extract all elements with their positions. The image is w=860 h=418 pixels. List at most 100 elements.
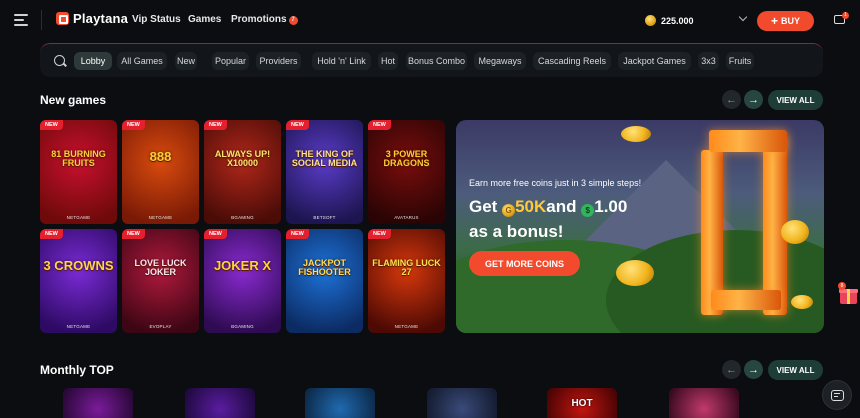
game-title: ALWAYS UP! X10000: [214, 149, 271, 168]
buy-button[interactable]: + BUY: [757, 11, 814, 31]
promotions-count-badge: 7: [288, 16, 298, 25]
new-games-prev-button[interactable]: ←: [722, 90, 741, 109]
gold-coin-icon: [645, 15, 656, 26]
game-provider: NETGAME: [66, 215, 91, 220]
category-chip[interactable]: Bonus Combo: [406, 52, 467, 70]
banner-headline: Get G 50Kand $1.00 as a bonus!: [469, 194, 627, 244]
category-chip[interactable]: Hold 'n' Link: [312, 52, 371, 70]
game-provider: BGAMING: [231, 215, 254, 220]
game-title: JACKPOT FISHOOTER: [298, 258, 351, 277]
new-badge: NEW: [40, 120, 63, 130]
game-title: 3 CROWNS: [43, 258, 114, 273]
game-tile[interactable]: NEW 81 BURNING FRUITS NETGAME: [40, 120, 117, 224]
nav-vip-status[interactable]: Vip Status: [132, 14, 181, 25]
monthly-top-tile[interactable]: [305, 388, 375, 418]
category-chip[interactable]: 3x3: [698, 52, 719, 70]
top-bar: Playtana Vip Status Games Promotions 7 22…: [0, 0, 860, 40]
brand-name: Playtana: [73, 11, 129, 26]
monthly-top-tile[interactable]: [185, 388, 255, 418]
nav-promotions[interactable]: Promotions 7: [231, 14, 298, 25]
monthly-top-tile[interactable]: HOT: [547, 388, 617, 418]
category-chip[interactable]: Jackpot Games: [618, 52, 691, 70]
monthly-top-tile[interactable]: [669, 388, 739, 418]
game-provider: EVOPLAY: [149, 324, 172, 329]
monthly-top-next-button[interactable]: →: [744, 360, 763, 379]
new-badge: NEW: [286, 120, 309, 130]
game-tile[interactable]: NEW LOVE LUCK JOKER EVOPLAY: [122, 229, 199, 333]
new-games-view-all-button[interactable]: VIEW ALL: [768, 90, 823, 110]
game-provider: AVATARUX: [394, 215, 419, 220]
coin-art: [621, 126, 651, 142]
game-provider: BETSOFT: [313, 215, 336, 220]
gift-icon[interactable]: 8: [838, 282, 858, 305]
game-title: 81 BURNING FRUITS: [51, 149, 106, 168]
new-games-next-button[interactable]: →: [744, 90, 763, 109]
category-bar: Lobby All Games New Popular Providers Hold 'n…: [40, 43, 823, 77]
game-tile[interactable]: NEW JACKPOT FISHOOTER: [286, 229, 363, 333]
gold-coin-icon: G: [502, 204, 516, 217]
banner-subtitle: Earn more free coins just in 3 simple st…: [469, 178, 642, 188]
coin-art: [616, 260, 654, 286]
banner-line2: as a bonus!: [469, 222, 564, 241]
brand-logo[interactable]: Playtana: [56, 11, 128, 26]
inbox-badge: 1: [842, 12, 849, 19]
nav-games[interactable]: Games: [188, 14, 221, 25]
banner-sc-amount: 1.00: [594, 197, 628, 216]
category-chip[interactable]: Hot: [378, 52, 398, 70]
new-badge: NEW: [286, 229, 309, 239]
chat-icon: [830, 389, 844, 401]
chat-support-button[interactable]: [822, 380, 852, 410]
new-badge: NEW: [204, 120, 227, 130]
game-title: THE KING OF SOCIAL MEDIA: [291, 149, 358, 168]
menu-icon[interactable]: [14, 14, 28, 26]
tile-label: HOT: [571, 398, 593, 409]
search-icon[interactable]: [54, 55, 65, 66]
gift-badge: 8: [838, 282, 846, 290]
game-tile[interactable]: NEW FLAMING LUCK 27 NETGAME: [368, 229, 445, 333]
new-badge: NEW: [122, 120, 145, 130]
monthly-top-tile[interactable]: [427, 388, 497, 418]
monthly-top-title: Monthly TOP: [40, 363, 114, 377]
get-more-coins-button[interactable]: GET MORE COINS: [469, 251, 580, 276]
category-chip[interactable]: Fruits: [726, 52, 754, 70]
banner-and: and: [546, 197, 577, 216]
game-tile[interactable]: NEW 3 POWER DRAGONS AVATARUX: [368, 120, 445, 224]
nav-promotions-label: Promotions: [231, 14, 287, 25]
divider: [41, 10, 42, 30]
category-chip[interactable]: Lobby: [74, 52, 112, 70]
balance-selector[interactable]: 225.000: [645, 11, 752, 30]
monthly-top-view-all-button[interactable]: VIEW ALL: [768, 360, 823, 380]
game-provider: NETGAME: [394, 324, 419, 329]
balance-amount: 225.000: [661, 15, 694, 26]
game-title: 3 POWER DRAGONS: [383, 149, 430, 168]
category-chip[interactable]: New: [175, 52, 197, 70]
category-chip[interactable]: Popular: [212, 52, 249, 70]
game-provider: NETGAME: [66, 324, 91, 329]
banner-gc-amount: 50K: [515, 197, 547, 216]
new-badge: NEW: [368, 120, 391, 130]
new-badge: NEW: [122, 229, 145, 239]
game-tile[interactable]: NEW JOKER X BGAMING: [204, 229, 281, 333]
game-provider: NETGAME: [148, 215, 173, 220]
game-tile[interactable]: NEW THE KING OF SOCIAL MEDIA BETSOFT: [286, 120, 363, 224]
game-title: JOKER X: [213, 258, 272, 273]
buy-label: BUY: [781, 16, 801, 26]
game-title: 888: [149, 149, 172, 164]
category-chip[interactable]: Providers: [256, 52, 301, 70]
logo-icon: [56, 12, 69, 25]
game-tile[interactable]: NEW ALWAYS UP! X10000 BGAMING: [204, 120, 281, 224]
plus-icon: +: [770, 14, 778, 28]
game-provider: BGAMING: [231, 324, 254, 329]
game-tile[interactable]: NEW 888 NETGAME: [122, 120, 199, 224]
coin-art: [781, 220, 809, 244]
coin-art: [791, 295, 813, 309]
game-tile[interactable]: NEW 3 CROWNS NETGAME: [40, 229, 117, 333]
category-chip[interactable]: Cascading Reels: [533, 52, 611, 70]
monthly-top-prev-button[interactable]: ←: [722, 360, 741, 379]
new-badge: NEW: [204, 229, 227, 239]
category-chip[interactable]: Megaways: [474, 52, 526, 70]
category-chip[interactable]: All Games: [117, 52, 167, 70]
monthly-top-tile[interactable]: [63, 388, 133, 418]
game-title: LOVE LUCK JOKER: [134, 258, 187, 277]
new-badge: NEW: [40, 229, 63, 239]
